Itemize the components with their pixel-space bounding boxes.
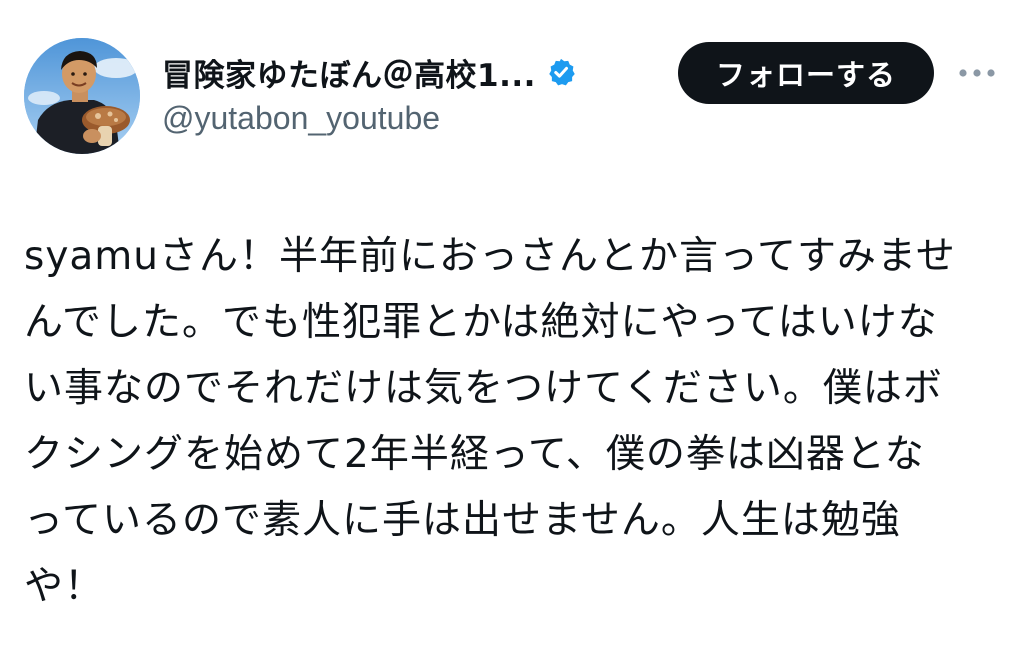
- avatar[interactable]: [24, 38, 140, 154]
- tweet-text-line: や！: [24, 564, 105, 609]
- author-display-name[interactable]: 冒険家ゆたぼん＠高校1...: [162, 50, 536, 95]
- tweet-text-line: い事なのでそれだけは気をつけてください。僕はボ: [24, 366, 943, 411]
- tweet-text-line: んでした。でも性犯罪とかは絶対にやってはいけな: [24, 300, 938, 345]
- follow-button[interactable]: フォローする: [678, 42, 934, 104]
- more-options-button[interactable]: [952, 56, 1002, 90]
- tweet-text: syamuさん！半年前におっさんとか言ってすみませ んでした。でも性犯罪とかは絶…: [24, 224, 992, 620]
- tweet-text-line: syamuさん！半年前におっさんとか言ってすみませ: [24, 234, 956, 279]
- author-handle[interactable]: @yutabon_youtube: [162, 100, 440, 137]
- tweet-card: 冒険家ゆたぼん＠高校1... @yutabon_youtube フォローする s…: [0, 0, 1024, 651]
- tweet-text-line: クシングを始めて2年半経って、僕の拳は凶器とな: [24, 432, 925, 477]
- profile-photo-icon: [24, 38, 140, 154]
- more-horizontal-icon: [959, 69, 995, 77]
- verified-badge-icon: [546, 57, 576, 87]
- author-name-row[interactable]: 冒険家ゆたぼん＠高校1...: [162, 50, 576, 94]
- tweet-text-line: っているので素人に手は出せません。人生は勉強: [24, 498, 901, 543]
